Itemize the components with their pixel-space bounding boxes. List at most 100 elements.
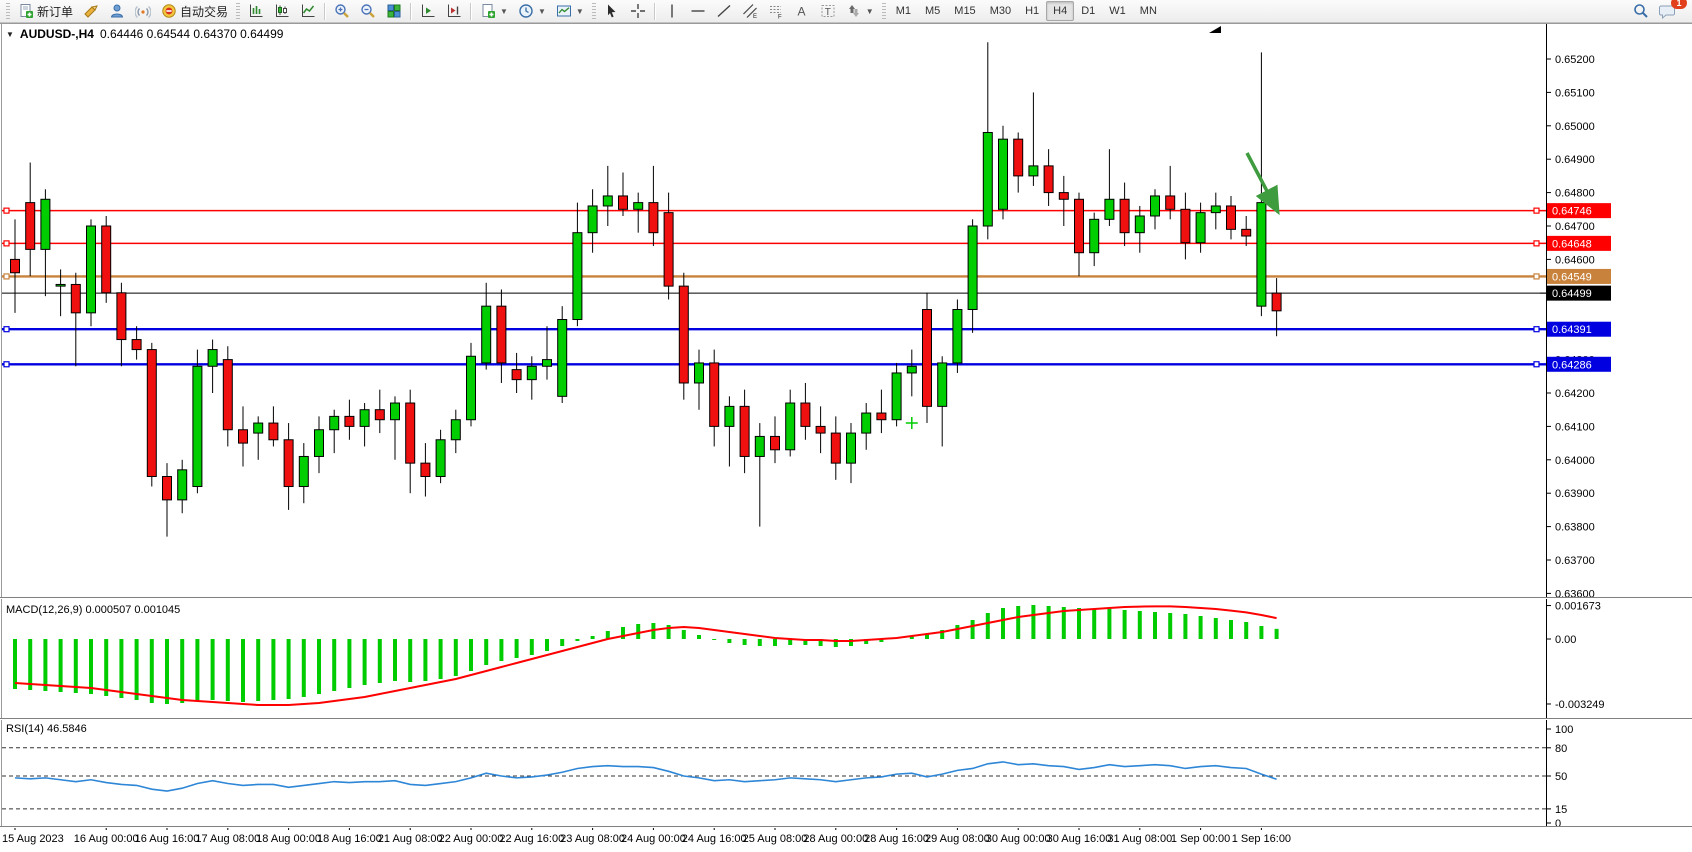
candle-body: [102, 226, 111, 293]
chart-line-button[interactable]: [295, 1, 321, 22]
candle-body: [375, 410, 384, 420]
svg-text:0.65100: 0.65100: [1555, 87, 1595, 99]
arrows-button[interactable]: ▼: [841, 1, 879, 22]
timeframe-button-w1[interactable]: W1: [1102, 1, 1133, 21]
time-axis-label: 1 Sep 16:00: [1232, 833, 1291, 845]
time-axis-label: 21 Aug 08:00: [378, 833, 443, 845]
time-axis-label: 30 Aug 00:00: [986, 833, 1051, 845]
timeframe-button-d1[interactable]: D1: [1074, 1, 1102, 21]
text-button[interactable]: A: [789, 1, 815, 22]
timeframe-button-m1[interactable]: M1: [889, 1, 918, 21]
signals-button[interactable]: [130, 1, 156, 22]
line-handle[interactable]: [4, 327, 9, 332]
arrow-objects-icon: [846, 3, 862, 19]
horizontal-line-button[interactable]: [685, 1, 711, 22]
fibonacci-button[interactable]: F: [763, 1, 789, 22]
svg-text:0.64200: 0.64200: [1555, 388, 1595, 400]
svg-text:0.64000: 0.64000: [1555, 455, 1595, 467]
text-label-button[interactable]: T: [815, 1, 841, 22]
line-handle[interactable]: [4, 241, 9, 246]
dropdown-caret-icon: ▼: [538, 7, 546, 16]
candle-body: [1181, 209, 1190, 242]
equidistant-channel-icon: E: [742, 3, 758, 19]
new-chart-button[interactable]: ▼: [475, 1, 513, 22]
crosshair-button[interactable]: [625, 1, 651, 22]
line-handle[interactable]: [1534, 327, 1539, 332]
periods-menu-button[interactable]: ▼: [513, 1, 551, 22]
line-handle[interactable]: [4, 208, 9, 213]
chart-bars-button[interactable]: [243, 1, 269, 22]
candle-body: [953, 310, 962, 363]
time-axis: 15 Aug 202316 Aug 00:0016 Aug 16:0017 Au…: [2, 826, 1291, 845]
signal-icon: [135, 3, 151, 19]
line-handle[interactable]: [4, 362, 9, 367]
candle-body: [482, 306, 491, 363]
svg-text:0.001673: 0.001673: [1555, 601, 1601, 613]
new-order-button[interactable]: 新订单: [13, 1, 78, 22]
timeframe-button-m30[interactable]: M30: [983, 1, 1018, 21]
tile-windows-button[interactable]: [381, 1, 407, 22]
search-button[interactable]: [1628, 1, 1654, 22]
vertical-line-button[interactable]: [659, 1, 685, 22]
candle-body: [527, 366, 536, 379]
timeframe-button-m15[interactable]: M15: [947, 1, 982, 21]
auto-scroll-button[interactable]: [415, 1, 441, 22]
trendline-button[interactable]: [711, 1, 737, 22]
time-axis-label: 25 Aug 08:00: [743, 833, 808, 845]
line-handle[interactable]: [1534, 362, 1539, 367]
vertical-line-icon: [664, 3, 680, 19]
scroll-to-end-marker[interactable]: [1209, 26, 1221, 33]
search-icon: [1633, 3, 1649, 19]
macd-pane[interactable]: MACD(12,26,9) 0.000507 0.0010450.0016730…: [6, 601, 1605, 711]
zoom-out-button[interactable]: [355, 1, 381, 22]
candle-body: [603, 196, 612, 206]
auto-trading-button[interactable]: 自动交易: [156, 1, 233, 22]
main-toolbar: 新订单 自动: [0, 0, 1692, 23]
svg-text:0.64746: 0.64746: [1552, 206, 1592, 218]
tile-windows-icon: [386, 3, 402, 19]
candle-body: [132, 340, 141, 350]
cursor-button[interactable]: [599, 1, 625, 22]
candle-body: [254, 423, 263, 433]
candle-body: [892, 373, 901, 420]
svg-text:0.64286: 0.64286: [1552, 359, 1592, 371]
chart-candles-button[interactable]: [269, 1, 295, 22]
candle-body: [543, 360, 552, 367]
time-axis-label: 17 Aug 08:00: [195, 833, 260, 845]
line-handle[interactable]: [1534, 274, 1539, 279]
candle-body: [1166, 196, 1175, 209]
candle-body: [56, 284, 65, 286]
line-handle[interactable]: [1534, 208, 1539, 213]
zoom-in-button[interactable]: [329, 1, 355, 22]
auto-scroll-icon: [420, 3, 436, 19]
main-price-pane[interactable]: [2, 42, 1546, 536]
notifications-button[interactable]: 1: [1654, 1, 1681, 22]
time-axis-label: 28 Aug 00:00: [803, 833, 868, 845]
time-axis-label: 24 Aug 16:00: [682, 833, 747, 845]
styles-button[interactable]: [78, 1, 104, 22]
timeframe-button-h1[interactable]: H1: [1018, 1, 1046, 21]
templates-button[interactable]: ▼: [551, 1, 589, 22]
timeframe-button-mn[interactable]: MN: [1133, 1, 1164, 21]
svg-text:0.64549: 0.64549: [1552, 271, 1592, 283]
candle-body: [467, 356, 476, 419]
candle-body: [695, 363, 704, 383]
channel-button[interactable]: E: [737, 1, 763, 22]
bar-chart-icon: [248, 3, 264, 19]
one-click-trading-toggle-icon[interactable]: ▼: [6, 30, 14, 39]
timeframe-button-m5[interactable]: M5: [918, 1, 947, 21]
chart-shift-button[interactable]: [441, 1, 467, 22]
candle-body: [862, 413, 871, 433]
timeframe-button-h4[interactable]: H4: [1046, 1, 1074, 21]
line-handle[interactable]: [4, 274, 9, 279]
profile-button[interactable]: [104, 1, 130, 22]
chart-window[interactable]: ▼ AUDUSD-,H4 0.64446 0.64544 0.64370 0.6…: [0, 23, 1692, 852]
chart-canvas[interactable]: MACD(12,26,9) 0.000507 0.0010450.0016730…: [0, 24, 1692, 852]
candle-body: [664, 213, 673, 286]
rsi-pane[interactable]: RSI(14) 46.58461008050150: [2, 723, 1573, 830]
candle-body: [208, 350, 217, 367]
candle-body: [786, 403, 795, 450]
template-chart-icon: [556, 3, 572, 19]
line-handle[interactable]: [1534, 241, 1539, 246]
toolbar-grip: [592, 3, 596, 19]
